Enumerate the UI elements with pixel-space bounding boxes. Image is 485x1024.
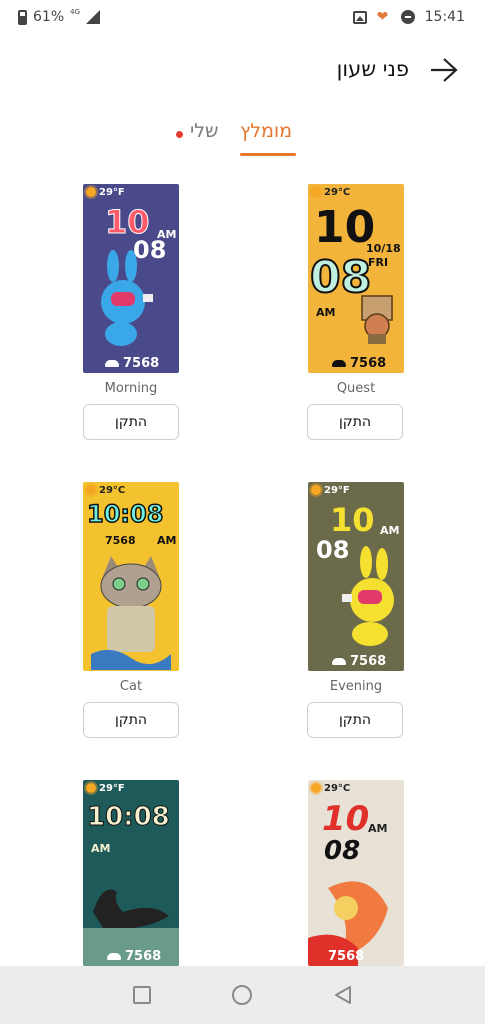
face-hour: 10 — [322, 799, 370, 839]
status-bar: 61% 4G ❤ 15:41 — [0, 0, 485, 36]
watch-face-preview-6[interactable]: 29°F 10:08 AM 7568 — [83, 780, 179, 966]
character-illustration — [361, 295, 393, 344]
cat-character — [91, 556, 171, 670]
face-temperature: 29°C — [99, 484, 126, 496]
face-steps: 7568 — [332, 356, 386, 371]
face-steps: 7568 — [328, 949, 364, 964]
message-notification-icon — [400, 10, 415, 24]
back-triangle-icon[interactable] — [334, 986, 352, 1004]
tab-bar: מומלץ שלי — [0, 118, 485, 158]
face-status-row: 29°F — [83, 780, 179, 796]
network-label: 4G — [70, 8, 81, 16]
face-status-row: 29°C — [308, 184, 404, 200]
face-status-row: 29°C — [308, 780, 404, 796]
system-nav-bar — [0, 966, 485, 1024]
sun-icon — [86, 783, 96, 793]
shoe-icon — [107, 953, 121, 960]
shoe-icon — [332, 658, 346, 665]
face-time: 10:08 — [87, 802, 171, 832]
shoe-icon — [105, 360, 119, 367]
watch-face-preview-morning[interactable]: 29°F 10 AM 08 7568 — [83, 184, 179, 373]
watch-face-name: Morning — [104, 381, 158, 396]
face-status-row: 29°F — [308, 482, 404, 498]
face-steps-value: 7568 — [105, 534, 136, 547]
sun-icon — [311, 485, 321, 495]
gallery-notification-icon — [352, 10, 367, 24]
bunny-character — [342, 546, 394, 646]
watch-face-preview-cat[interactable]: 29°C 10:08 7568 AM — [83, 482, 179, 671]
status-left: 61% 4G — [18, 8, 101, 25]
tab-active-indicator — [240, 153, 296, 156]
tab-recommended[interactable]: מומלץ — [240, 120, 292, 142]
face-ampm: AM — [368, 822, 388, 835]
new-badge-dot — [176, 131, 183, 138]
face-temperature: 29°F — [99, 186, 125, 198]
watch-face-preview-quest[interactable]: 29°C 10 10/18 FRI 08 AM 7568 — [308, 184, 404, 373]
face-status-row: 29°C — [83, 482, 179, 498]
sun-icon — [311, 187, 321, 197]
face-hour: 10 — [330, 501, 375, 539]
sun-icon — [86, 187, 96, 197]
face-temperature: 29°F — [99, 782, 125, 794]
face-steps-value: 7568 — [123, 356, 160, 371]
app-header: פני שעון — [0, 48, 485, 92]
arrow-right-icon[interactable] — [429, 56, 459, 84]
watch-face-name: Cat — [119, 679, 143, 694]
face-ampm: AM — [380, 524, 400, 537]
face-time: 10:08 — [86, 500, 164, 528]
home-icon[interactable] — [232, 985, 252, 1005]
face-ampm: AM — [316, 306, 336, 319]
signal-icon — [86, 10, 101, 24]
face-steps-value: 7568 — [125, 949, 162, 964]
face-steps-value: 7568 — [350, 654, 387, 669]
install-button[interactable]: התקן — [83, 404, 179, 440]
clock: 15:41 — [424, 9, 465, 25]
sun-icon — [311, 783, 321, 793]
install-button[interactable]: התקן — [307, 404, 403, 440]
page-title: פני שעון — [336, 57, 409, 81]
shoe-icon — [332, 360, 346, 367]
face-date: 10/18 — [366, 242, 401, 255]
watch-face-preview-5[interactable]: 29°C 10 AM 08 7568 — [308, 780, 404, 966]
face-steps-value: 7568 — [328, 949, 365, 964]
face-ampm: AM — [157, 534, 177, 547]
watch-face-name: Evening — [329, 679, 383, 694]
face-ampm: AM — [91, 842, 111, 855]
heart-notification-icon: ❤ — [376, 8, 389, 25]
install-button[interactable]: התקן — [83, 702, 179, 738]
status-right: ❤ 15:41 — [352, 8, 465, 25]
face-temperature: 29°F — [324, 484, 350, 496]
watch-face-name: Quest — [336, 381, 376, 396]
watch-face-preview-evening[interactable]: 29°F 10 AM 08 7568 — [308, 482, 404, 671]
battery-level: 61% — [33, 9, 65, 25]
face-steps: 7568 — [332, 654, 386, 669]
face-hour: 10 — [105, 203, 151, 241]
recent-apps-icon[interactable] — [133, 986, 151, 1004]
face-steps: 7568 — [107, 949, 161, 964]
face-status-row: 29°F — [83, 184, 179, 200]
face-temperature: 29°C — [324, 782, 351, 794]
sun-icon — [86, 485, 96, 495]
install-button[interactable]: התקן — [307, 702, 403, 738]
battery-icon — [18, 9, 27, 25]
face-steps: 7568 — [105, 356, 159, 371]
face-minute: 08 — [324, 836, 361, 866]
face-steps-value: 7568 — [350, 356, 387, 371]
tab-mine[interactable]: שלי — [190, 120, 219, 142]
face-temperature: 29°C — [324, 186, 351, 198]
bunny-character — [101, 250, 153, 346]
